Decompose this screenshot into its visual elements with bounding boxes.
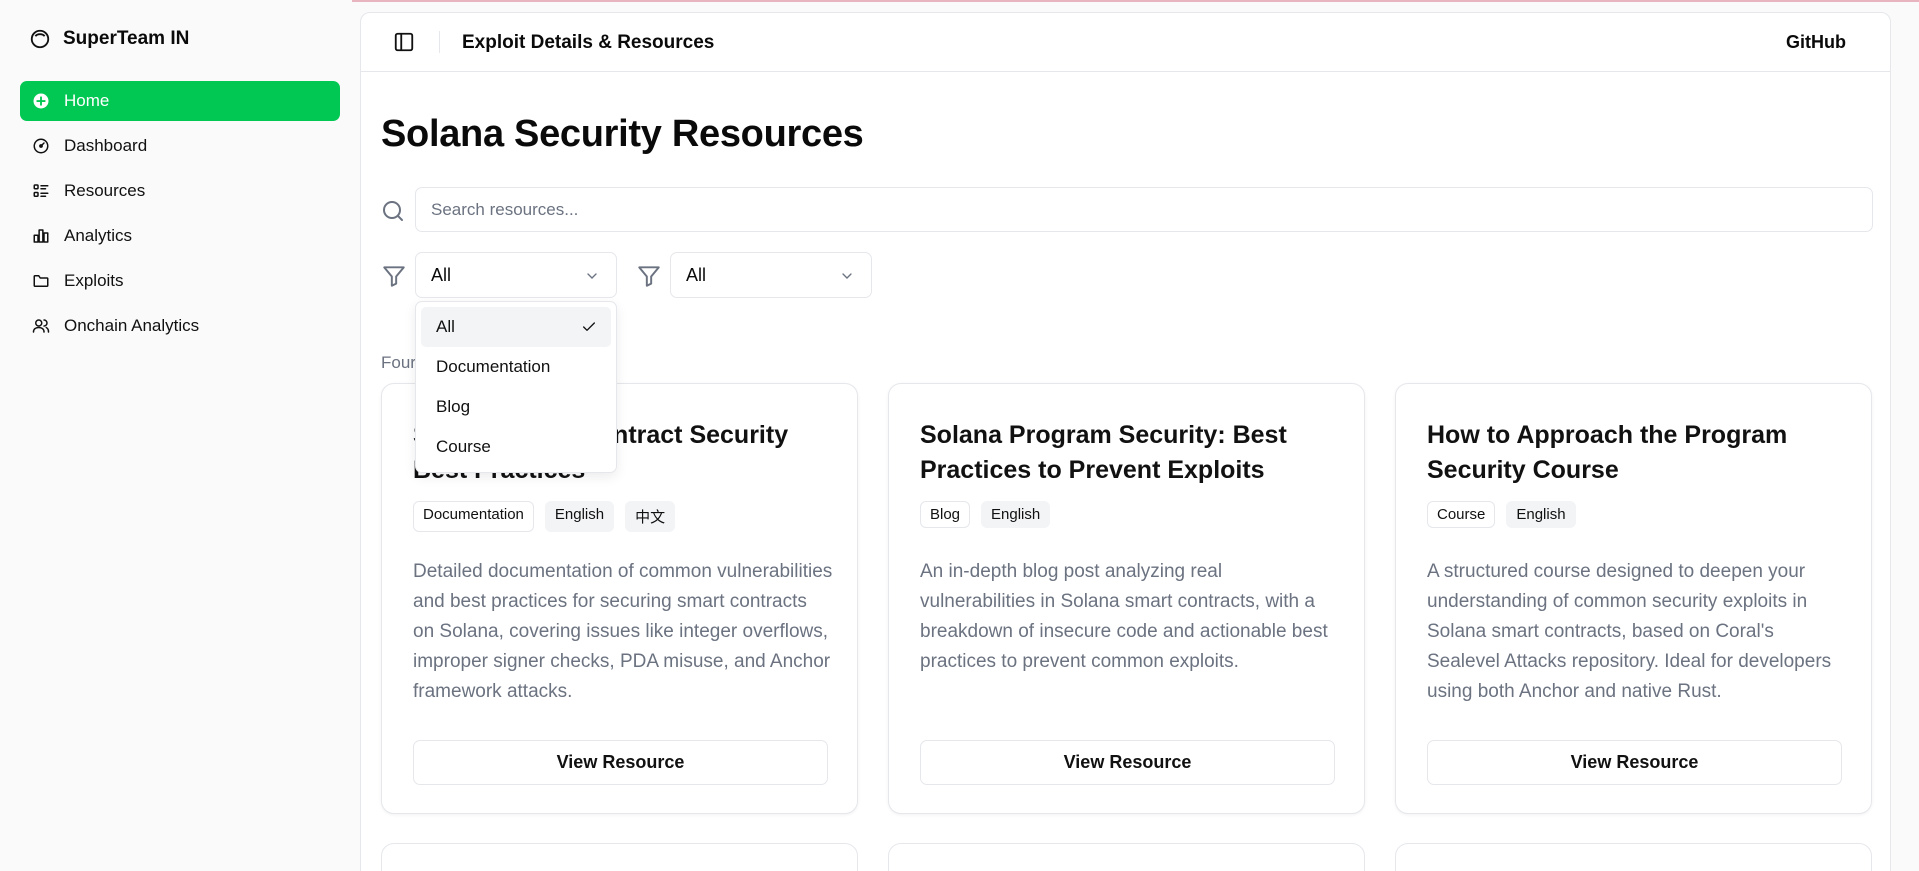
gauge-icon	[33, 138, 49, 154]
option-label: Documentation	[436, 357, 551, 376]
dropdown-option-documentation[interactable]: Documentation	[421, 347, 611, 387]
search-input[interactable]	[415, 187, 1873, 232]
filter-icon	[638, 266, 660, 287]
github-link[interactable]: GitHub	[1786, 32, 1846, 53]
type-filter-dropdown: All Documentation Blog Course	[415, 301, 617, 473]
sidebar-item-resources[interactable]: Resources	[20, 171, 340, 211]
sidebar-item-label: Onchain Analytics	[64, 316, 200, 335]
card-title: Solana Program Security: Best Practices …	[920, 421, 1287, 484]
sidebar-item-exploits[interactable]: Exploits	[20, 261, 340, 301]
resource-card	[1395, 843, 1872, 871]
card-description: A structured course designed to deepen y…	[1427, 561, 1832, 702]
search-icon	[383, 201, 403, 221]
view-resource-button[interactable]: View Resource	[1427, 740, 1842, 785]
header-divider	[439, 31, 440, 53]
tag-language: English	[544, 501, 615, 532]
card-description: Detailed documentation of common vulnera…	[413, 561, 833, 702]
option-label: All	[436, 317, 455, 336]
folder-icon	[33, 275, 49, 287]
header-title: Exploit Details & Resources	[462, 32, 715, 53]
logo-icon	[30, 29, 50, 49]
type-filter-select[interactable]: All	[415, 252, 617, 298]
language-filter-value: All	[686, 264, 707, 285]
sidebar-nav: Home Dashboard Resources Analytics Explo…	[20, 81, 340, 351]
brand-name: SuperTeam IN	[63, 28, 190, 49]
card-description: An in-depth blog post analyzing real vul…	[920, 561, 1328, 672]
sidebar-item-label: Home	[64, 91, 110, 110]
results-count: Four	[381, 353, 416, 372]
sidebar-item-onchain-analytics[interactable]: Onchain Analytics	[20, 306, 340, 346]
chevron-down-icon	[587, 273, 597, 279]
sidebar-item-label: Exploits	[64, 271, 124, 290]
sidebar-item-label: Analytics	[64, 226, 133, 245]
view-resource-button[interactable]: View Resource	[920, 740, 1335, 785]
language-filter-select[interactable]: All	[670, 252, 872, 298]
resource-card	[888, 843, 1365, 871]
tag-category: Course	[1427, 501, 1496, 528]
option-label: Blog	[436, 397, 471, 416]
bar-chart-icon	[33, 229, 49, 243]
sidebar-item-analytics[interactable]: Analytics	[20, 216, 340, 256]
sidebar-toggle-icon[interactable]	[393, 31, 415, 53]
card-tags: Course English	[1427, 501, 1576, 528]
dropdown-option-blog[interactable]: Blog	[421, 387, 611, 427]
check-icon	[583, 322, 595, 331]
users-icon	[32, 319, 50, 333]
view-resource-button[interactable]: View Resource	[413, 740, 828, 785]
card-tags: Documentation English 中文	[413, 501, 676, 532]
plus-circle-icon	[33, 93, 49, 109]
sidebar-item-home[interactable]: Home	[20, 81, 340, 121]
sidebar-item-label: Dashboard	[64, 136, 148, 155]
card-tags: Blog English	[920, 501, 1051, 528]
dropdown-option-course[interactable]: Course	[421, 427, 611, 467]
brand[interactable]: SuperTeam IN	[29, 28, 189, 50]
card-title: How to Approach the Program Security Cou…	[1427, 421, 1788, 484]
tag-language: 中文	[625, 501, 676, 532]
dropdown-option-all[interactable]: All	[421, 307, 611, 347]
type-filter-value: All	[431, 264, 452, 285]
page-title: Solana Security Resources	[381, 113, 864, 155]
sidebar-item-dashboard[interactable]: Dashboard	[20, 126, 340, 166]
resource-card: How to Approach the Program Security Cou…	[1395, 383, 1872, 814]
tag-language: English	[981, 501, 1051, 528]
tag-category: Blog	[920, 501, 971, 528]
tag-language: English	[1506, 501, 1576, 528]
chevron-down-icon	[842, 273, 852, 279]
sidebar-item-label: Resources	[64, 181, 146, 200]
option-label: Course	[436, 437, 491, 456]
resource-card: Solana Program Security: Best Practices …	[888, 383, 1365, 814]
header: Exploit Details & Resources GitHub	[361, 13, 1890, 72]
sidebar: SuperTeam IN Home Dashboard Resources An…	[0, 0, 352, 871]
tag-category: Documentation	[413, 501, 534, 532]
list-icon	[33, 184, 49, 197]
filter-icon	[383, 266, 405, 287]
resource-card	[381, 843, 858, 871]
